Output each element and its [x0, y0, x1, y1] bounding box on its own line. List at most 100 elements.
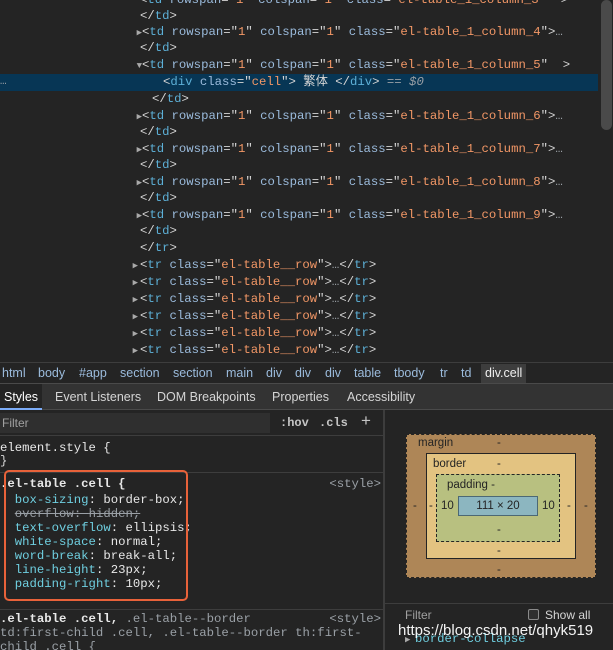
- attr-name: class: [348, 208, 386, 222]
- margin-right-value[interactable]: -: [584, 500, 588, 513]
- tree-scrollbar[interactable]: [601, 0, 612, 130]
- element-style-rule[interactable]: element.style {: [0, 441, 385, 455]
- border-top-value[interactable]: -: [497, 458, 501, 471]
- breadcrumb-item[interactable]: tr: [440, 364, 448, 383]
- show-all-checkbox[interactable]: [528, 609, 539, 620]
- tree-node-td-expanded[interactable]: ▼<td rowspan="1" colspan="1" class="el-t…: [0, 57, 598, 74]
- tree-node-selected-div[interactable]: … <div class="cell"> 繁体 </div> == $0: [0, 74, 598, 91]
- margin-left-value[interactable]: -: [413, 500, 417, 513]
- breadcrumb-item[interactable]: div: [295, 364, 311, 383]
- margin-bottom-value[interactable]: -: [497, 564, 501, 577]
- breadcrumb-item[interactable]: section: [120, 364, 160, 383]
- breadcrumb-item[interactable]: body: [38, 364, 65, 383]
- tree-node-close-td[interactable]: </td>: [0, 40, 598, 57]
- breadcrumb-item[interactable]: tbody: [394, 364, 425, 383]
- attr-name: colspan: [258, 0, 310, 7]
- tree-node-tr[interactable]: ▶ <tr class="el-table__row">…</tr>: [0, 274, 598, 291]
- tree-node-close-td[interactable]: </td>: [0, 190, 598, 207]
- padding-label: padding -: [447, 479, 495, 491]
- padding-bottom-value[interactable]: -: [497, 524, 501, 537]
- tag-name: td: [149, 25, 165, 39]
- expand-triangle-icon[interactable]: ▶: [128, 292, 138, 309]
- breadcrumb-item[interactable]: div: [325, 364, 341, 383]
- tab-properties[interactable]: Properties: [268, 384, 333, 410]
- padding-left-value[interactable]: 10: [441, 500, 454, 513]
- tag-name: tr: [354, 326, 369, 340]
- collapsed-ellipsis[interactable]: …: [555, 25, 562, 39]
- expand-triangle-icon[interactable]: ▶: [128, 275, 138, 292]
- rule-source-link[interactable]: <style>: [329, 477, 381, 491]
- expand-triangle-icon[interactable]: ▶: [128, 326, 138, 343]
- attr-name: class: [348, 109, 386, 123]
- collapsed-ellipsis[interactable]: …: [555, 175, 562, 189]
- tag-name: td: [154, 191, 170, 205]
- expand-triangle-icon[interactable]: ▶: [128, 258, 138, 275]
- collapsed-ellipsis[interactable]: …: [555, 109, 562, 123]
- tree-node-tr[interactable]: ▶ <tr class="el-table__row">…</tr>: [0, 291, 598, 308]
- breadcrumb-item[interactable]: table: [354, 364, 381, 383]
- breadcrumb-item[interactable]: html: [2, 364, 26, 383]
- rule-source-link[interactable]: <style>: [329, 612, 381, 626]
- breadcrumb-item[interactable]: div: [266, 364, 282, 383]
- collapsed-ellipsis[interactable]: …: [555, 142, 562, 156]
- styles-filter-input[interactable]: [0, 413, 270, 433]
- tree-node-close-tr[interactable]: </tr>: [0, 240, 598, 257]
- tree-node-close-td[interactable]: </td>: [0, 157, 598, 174]
- breadcrumb-item[interactable]: main: [226, 364, 253, 383]
- tree-node-td[interactable]: ▶<td rowspan="1" colspan="1" class="el-t…: [0, 207, 598, 224]
- attr-name: rowspan: [171, 142, 224, 156]
- collapsed-ellipsis[interactable]: …: [555, 208, 562, 222]
- tree-node-tr[interactable]: ▶ <tr class="el-table__row">…</tr>: [0, 257, 598, 274]
- attr-name: colspan: [260, 208, 312, 222]
- breadcrumb-item[interactable]: td: [461, 364, 471, 383]
- tree-node-tr[interactable]: ▶ <tr class="el-table__row">…</tr>: [0, 325, 598, 342]
- box-model-content[interactable]: 111 × 20: [458, 496, 538, 516]
- tag-name: div: [350, 75, 373, 89]
- tag-name: tr: [147, 258, 163, 272]
- border-bottom-value[interactable]: -: [497, 545, 501, 558]
- tab-dom-breakpoints[interactable]: DOM Breakpoints: [153, 384, 260, 410]
- attr-value: 1: [326, 58, 334, 72]
- tag-name: td: [154, 9, 170, 23]
- attr-value: el-table_1_column_3: [398, 0, 539, 7]
- border-left-value[interactable]: -: [429, 500, 433, 513]
- tree-node-td[interactable]: ▶<td rowspan="1" colspan="1" class="el-t…: [0, 24, 598, 41]
- collapse-triangle-icon[interactable]: ▼: [132, 58, 142, 75]
- expand-triangle-icon[interactable]: ▶: [128, 309, 138, 326]
- tab-accessibility[interactable]: Accessibility: [343, 384, 419, 410]
- show-all-label: Show all: [545, 608, 591, 622]
- tree-node-close-td[interactable]: </td>: [0, 8, 598, 25]
- tab-event-listeners[interactable]: Event Listeners: [51, 384, 145, 410]
- css-rule-selector[interactable]: .el-table .cell, .el-table--border <style…: [0, 612, 385, 626]
- css-rule-selector-cont: child .cell {: [0, 640, 96, 650]
- tree-node-close-td[interactable]: </td>: [0, 124, 598, 141]
- tag-name: td: [149, 142, 165, 156]
- tree-node-td[interactable]: ▶<td rowspan="1" colspan="1" class="el-t…: [0, 174, 598, 191]
- tree-node-close-td[interactable]: </td>: [0, 223, 598, 240]
- breadcrumb-item[interactable]: section: [173, 364, 213, 383]
- computed-pane: margin - - - - border - - - - padding - …: [385, 410, 613, 650]
- tree-node-td[interactable]: ▶<td rowspan="1" colspan="1" class="el-t…: [0, 108, 598, 125]
- tag-name: td: [147, 0, 163, 7]
- tree-node-tr[interactable]: ▶ <tr class="el-table__row">…</tr>: [0, 308, 598, 325]
- new-rule-button[interactable]: +: [361, 412, 371, 430]
- tag-name: td: [154, 158, 170, 172]
- tree-node-tr[interactable]: ▶ <tr class="el-table__row">…</tr>: [0, 342, 598, 359]
- elements-dom-tree[interactable]: <td rowspan="1" colspan="1" class="el-ta…: [0, 0, 613, 362]
- class-toggle[interactable]: .cls: [319, 414, 348, 432]
- breadcrumb-item-active[interactable]: div.cell: [481, 364, 527, 383]
- tree-node-td[interactable]: ▶<td rowspan="1" colspan="1" class="el-t…: [0, 141, 598, 158]
- breadcrumb-item[interactable]: #app: [79, 364, 107, 383]
- border-right-value[interactable]: -: [567, 500, 571, 513]
- attr-name: class: [348, 175, 386, 189]
- more-actions-icon[interactable]: …: [0, 74, 7, 91]
- hover-state-toggle[interactable]: :hov: [280, 414, 309, 432]
- computed-filter-input[interactable]: Filter: [405, 608, 432, 622]
- tree-node-close-td[interactable]: </td>: [0, 91, 598, 108]
- padding-right-value[interactable]: 10: [542, 500, 555, 513]
- tab-styles[interactable]: Styles: [0, 384, 43, 410]
- expand-triangle-icon[interactable]: ▶: [128, 343, 138, 360]
- attr-name: rowspan: [171, 109, 224, 123]
- tag-name: td: [154, 41, 170, 55]
- margin-top-value[interactable]: -: [497, 437, 501, 450]
